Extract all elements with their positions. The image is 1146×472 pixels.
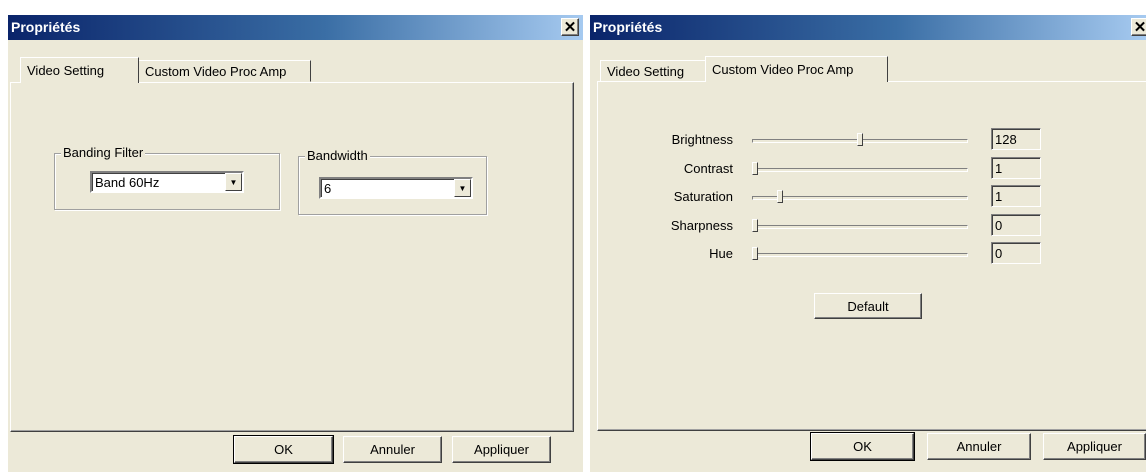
close-button[interactable]: ✕	[1131, 18, 1146, 36]
properties-dialog-proc-amp: Propriétés ✕ Video Setting Custom Video …	[590, 15, 1146, 472]
chevron-down-icon: ▼	[458, 183, 467, 193]
slider-label-sharpness: Sharpness	[670, 217, 733, 233]
banding-filter-group: Banding Filter Band 60Hz ▼	[54, 145, 280, 210]
slider-value-saturation[interactable]: 1	[991, 185, 1041, 207]
properties-dialog-video-setting: Propriétés ✕ Video Setting Custom Video …	[8, 15, 583, 472]
tab-label: Video Setting	[27, 63, 105, 78]
slider-thumb-brightness[interactable]	[857, 133, 863, 146]
bandwidth-value: 6	[324, 181, 332, 196]
ok-button[interactable]: OK	[233, 435, 334, 464]
tab-panel-video-setting: Banding Filter Band 60Hz ▼ Bandwidth 6 ▼	[10, 82, 574, 432]
slider-thumb-hue[interactable]	[752, 247, 758, 260]
title-bar[interactable]: Propriétés ✕	[8, 15, 583, 40]
default-button[interactable]: Default	[814, 293, 922, 319]
tab-panel-proc-amp: Brightness 128 Contrast 1 Saturation 1 Sharpne…	[597, 81, 1146, 431]
bandwidth-select[interactable]: 6 ▼	[319, 177, 473, 199]
slider-track-saturation[interactable]	[752, 196, 968, 200]
apply-button[interactable]: Appliquer	[1043, 433, 1146, 460]
dialog-title: Propriétés	[11, 19, 81, 35]
slider-track-hue[interactable]	[752, 253, 968, 257]
bandwidth-group: Bandwidth 6 ▼	[298, 148, 487, 215]
tab-custom-video-proc-amp[interactable]: Custom Video Proc Amp	[138, 60, 311, 82]
slider-value-hue[interactable]: 0	[991, 242, 1041, 264]
slider-label-brightness: Brightness	[671, 132, 733, 147]
tab-label: Custom Video Proc Amp	[145, 63, 287, 79]
apply-button-label: Appliquer	[1067, 439, 1122, 454]
banding-filter-select[interactable]: Band 60Hz ▼	[90, 171, 244, 193]
apply-button-label: Appliquer	[474, 442, 529, 457]
cancel-button[interactable]: Annuler	[343, 436, 442, 463]
slider-thumb-sharpness[interactable]	[752, 218, 758, 232]
tab-custom-video-proc-amp[interactable]: Custom Video Proc Amp	[705, 56, 888, 82]
slider-thumb-contrast[interactable]	[752, 161, 758, 175]
bandwidth-label: Bandwidth	[305, 148, 370, 163]
slider-thumb-saturation[interactable]	[777, 190, 784, 203]
slider-label-saturation: Saturation	[673, 189, 733, 204]
tab-video-setting[interactable]: Video Setting	[600, 60, 706, 82]
dropdown-arrow-button[interactable]: ▼	[225, 173, 242, 191]
default-button-label: Default	[847, 298, 889, 314]
banding-filter-value: Band 60Hz	[95, 175, 160, 190]
slider-value-brightness[interactable]: 128	[991, 128, 1041, 150]
dropdown-arrow-button[interactable]: ▼	[454, 179, 471, 197]
slider-label-hue: Hue	[709, 246, 733, 261]
chevron-down-icon: ▼	[229, 177, 238, 187]
ok-button[interactable]: OK	[810, 432, 915, 461]
cancel-button[interactable]: Annuler	[927, 433, 1031, 460]
close-button[interactable]: ✕	[561, 18, 579, 36]
slider-track-sharpness[interactable]	[752, 224, 968, 229]
tab-label: Video Setting	[607, 63, 685, 79]
close-icon: ✕	[1133, 18, 1146, 36]
banding-filter-label: Banding Filter	[61, 145, 146, 160]
slider-value-sharpness[interactable]: 0	[991, 213, 1041, 236]
tab-label: Custom Video Proc Amp	[712, 62, 854, 77]
cancel-button-label: Annuler	[370, 442, 415, 457]
cancel-button-label: Annuler	[956, 439, 1002, 454]
slider-track-contrast[interactable]	[752, 167, 968, 172]
title-bar[interactable]: Propriétés ✕	[590, 15, 1146, 40]
close-icon: ✕	[563, 18, 577, 36]
dialog-title: Propriétés	[593, 19, 663, 35]
ok-button-label: OK	[853, 439, 872, 454]
apply-button[interactable]: Appliquer	[452, 436, 551, 463]
slider-value-contrast[interactable]: 1	[991, 156, 1041, 179]
slider-label-contrast: Contrast	[683, 160, 733, 176]
ok-button-label: OK	[274, 442, 293, 457]
tab-video-setting[interactable]: Video Setting	[20, 57, 139, 83]
